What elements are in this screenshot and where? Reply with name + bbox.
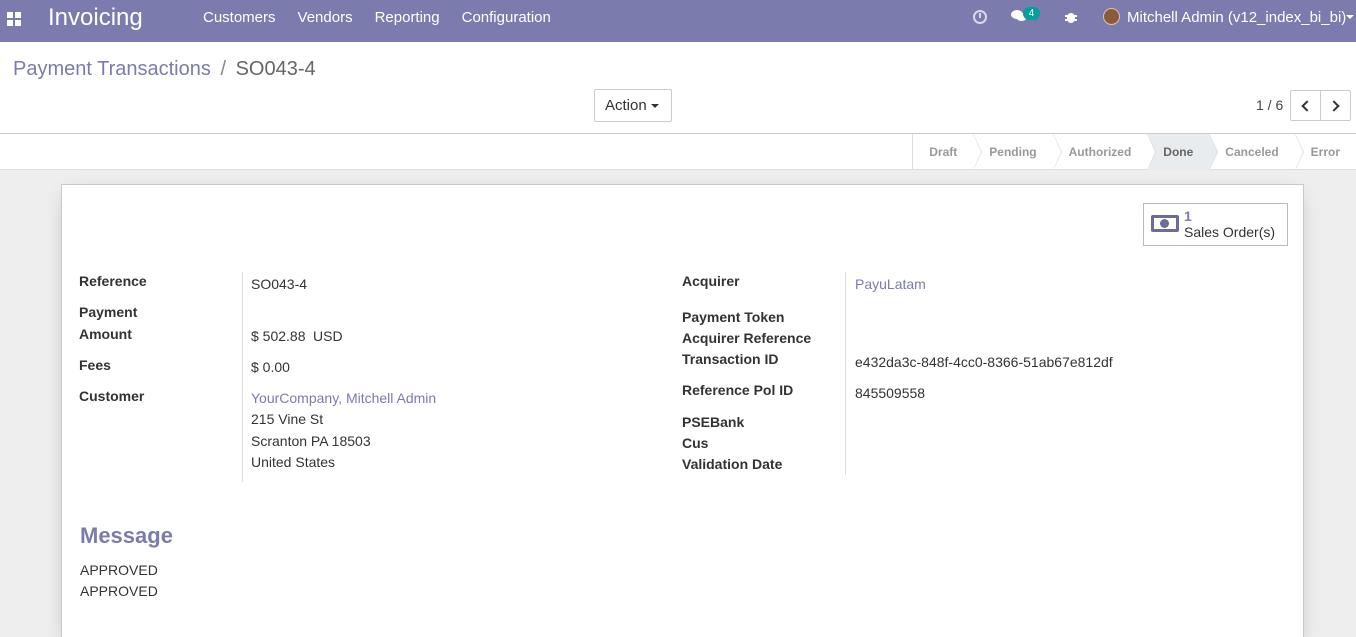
message-line: APPROVED	[80, 562, 158, 578]
status-done[interactable]: Done	[1147, 133, 1219, 171]
message-section-title: Message	[80, 523, 173, 548]
reference-label: Reference	[79, 273, 147, 289]
status-canceled[interactable]: Canceled	[1209, 133, 1305, 171]
validation-date-label: Validation Date	[682, 456, 783, 472]
action-button-label: Action	[605, 97, 647, 114]
action-dropdown-button[interactable]: Action	[594, 89, 672, 122]
reference-pol-id-label: Reference Pol ID	[682, 382, 794, 398]
fees-label: Fees	[79, 357, 111, 373]
reference-value: SO043-4	[251, 276, 308, 292]
acquirer-reference-label: Acquirer Reference	[682, 330, 812, 346]
customer-address-street: 215 Vine St	[251, 411, 324, 427]
customer-address-city: Scranton PA 18503	[251, 433, 371, 449]
payment-amount-value: $ 502.88	[251, 328, 306, 344]
transaction-id-label: Transaction ID	[682, 351, 779, 367]
pager-next-button[interactable]	[1320, 90, 1351, 121]
breadcrumb: Payment Transactions / SO043-4	[13, 58, 316, 81]
acquirer-label: Acquirer	[682, 273, 740, 289]
caret-down-icon	[651, 104, 659, 108]
menu-reporting[interactable]: Reporting	[364, 0, 451, 42]
payment-amount-label-line2: Amount	[79, 326, 132, 342]
left-group-divider	[242, 272, 243, 482]
status-draft[interactable]: Draft	[913, 133, 983, 171]
top-navbar: Invoicing Customers Vendors Reporting Co…	[0, 0, 1356, 42]
breadcrumb-current: SO043-4	[235, 58, 316, 80]
user-avatar[interactable]	[1103, 8, 1120, 25]
control-panel: Payment Transactions / SO043-4 Action 1 …	[0, 42, 1356, 134]
messaging-count-badge: 4	[1023, 7, 1040, 20]
sales-orders-count: 1	[1184, 208, 1192, 224]
pager-value[interactable]: 1 / 6	[1256, 97, 1283, 113]
menu-vendors[interactable]: Vendors	[287, 0, 364, 42]
sales-orders-label: Sales Order(s)	[1184, 224, 1276, 240]
pager-previous-button[interactable]	[1290, 90, 1321, 121]
apps-menu-icon[interactable]	[7, 12, 21, 26]
psebank-label: PSEBank	[682, 414, 745, 430]
reference-pol-id-value: 845509558	[855, 385, 926, 401]
customer-link[interactable]: YourCompany, Mitchell Admin	[251, 390, 436, 406]
user-menu[interactable]: Mitchell Admin (v12_index_bi_bi)	[1127, 9, 1346, 26]
breadcrumb-payment-transactions[interactable]: Payment Transactions	[13, 58, 211, 80]
breadcrumb-separator: /	[220, 58, 226, 80]
status-bar: Draft Pending Authorized Done Canceled E…	[0, 133, 1356, 171]
status-authorized[interactable]: Authorized	[1053, 133, 1156, 171]
form-sheet: 1 Sales Order(s) Reference SO043-4 Payme…	[61, 184, 1304, 637]
status-pending[interactable]: Pending	[973, 133, 1063, 171]
chevron-left-icon	[1301, 100, 1313, 112]
money-icon	[1151, 215, 1179, 232]
debug-bug-icon[interactable]	[1065, 10, 1077, 24]
menu-configuration[interactable]: Configuration	[451, 0, 562, 42]
customer-label: Customer	[79, 388, 145, 404]
fees-value: $ 0.00	[251, 359, 290, 375]
payment-currency-value: USD	[313, 328, 343, 344]
acquirer-link[interactable]: PayuLatam	[855, 276, 926, 292]
status-steps: Draft Pending Authorized Done Canceled E…	[912, 133, 1356, 171]
payment-token-label: Payment Token	[682, 309, 785, 325]
chevron-right-icon	[1328, 100, 1340, 112]
sales-orders-smart-button[interactable]: 1 Sales Order(s)	[1143, 203, 1288, 246]
main-menu: Customers Vendors Reporting Configuratio…	[192, 0, 562, 42]
right-group-divider	[845, 272, 846, 475]
user-caret-icon[interactable]	[1346, 15, 1354, 19]
activity-clock-icon[interactable]	[973, 10, 987, 24]
cus-label: Cus	[682, 435, 709, 451]
message-line: APPROVED	[80, 583, 158, 599]
app-title[interactable]: Invoicing	[48, 5, 143, 31]
menu-customers[interactable]: Customers	[192, 0, 287, 42]
transaction-id-value: e432da3c-848f-4cc0-8366-51ab67e812df	[855, 354, 1113, 370]
customer-address-country: United States	[251, 454, 336, 470]
payment-amount-label-line1: Payment	[79, 304, 138, 320]
status-error[interactable]: Error	[1295, 134, 1356, 170]
